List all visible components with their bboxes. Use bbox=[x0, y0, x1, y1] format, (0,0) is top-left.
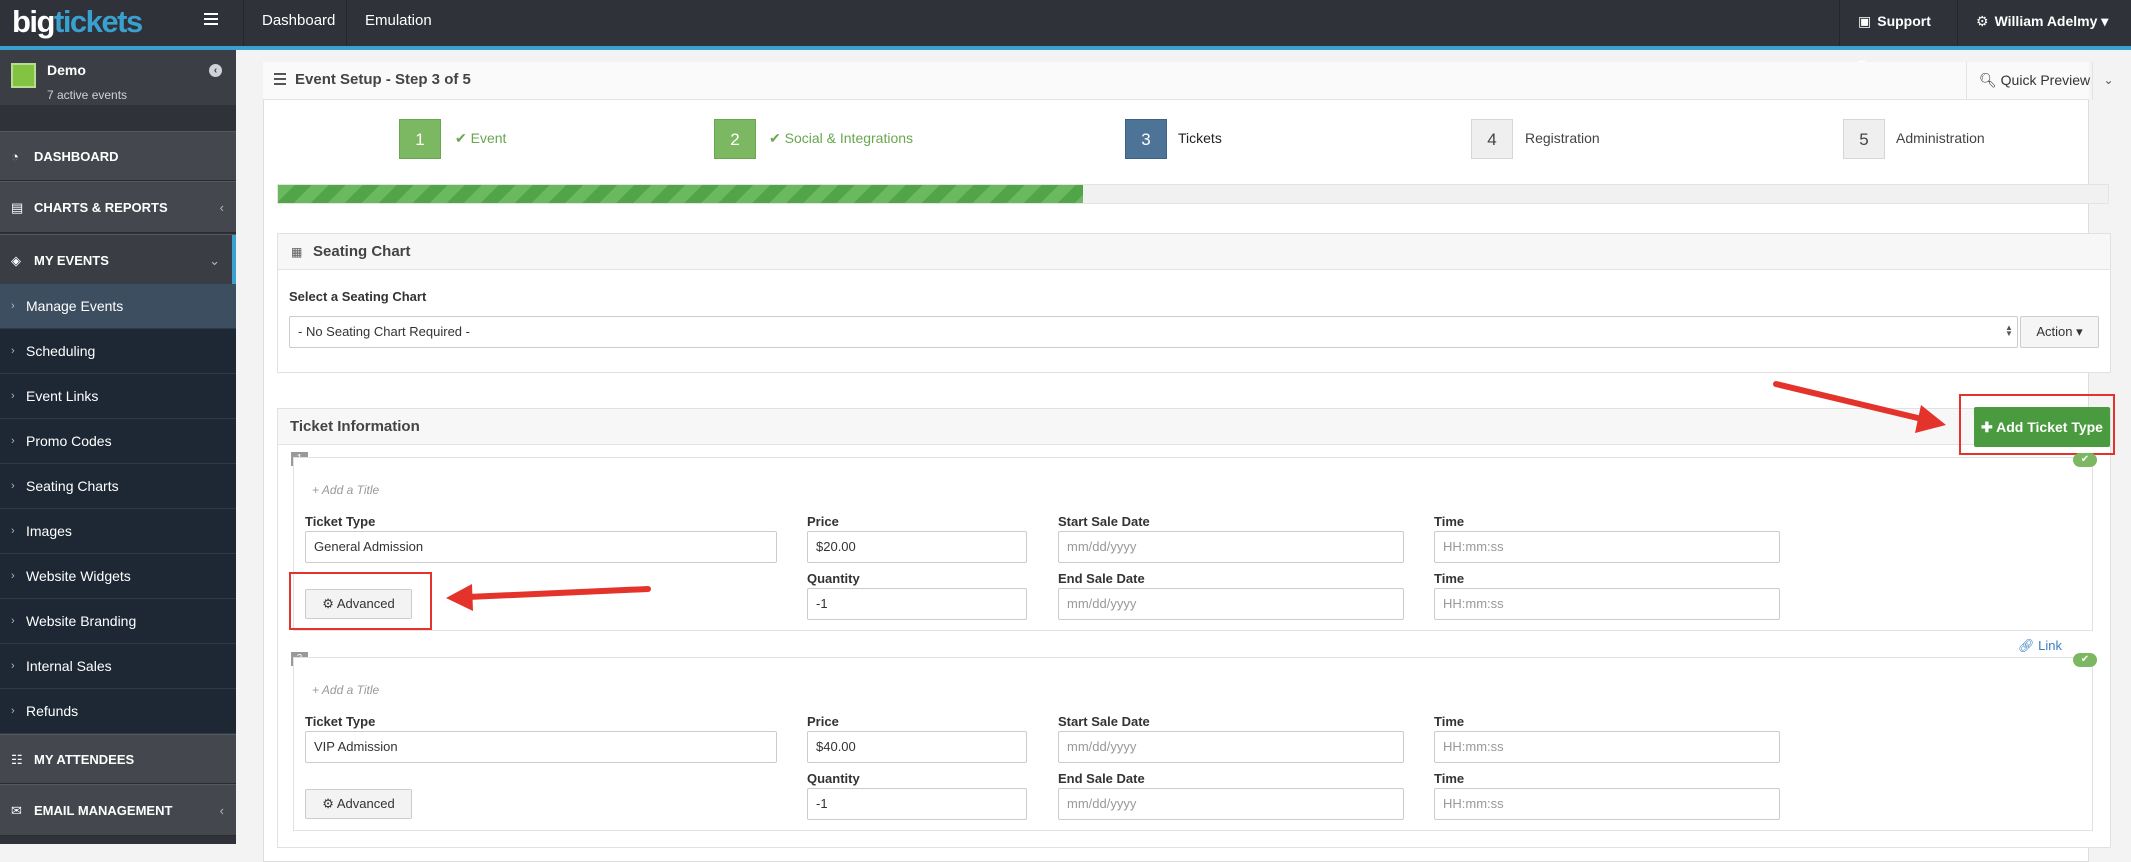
annotation-arrow-add-ticket bbox=[1773, 381, 1946, 433]
annotation-arrows bbox=[446, 381, 1946, 611]
annotation-arrow-advanced bbox=[446, 584, 651, 611]
